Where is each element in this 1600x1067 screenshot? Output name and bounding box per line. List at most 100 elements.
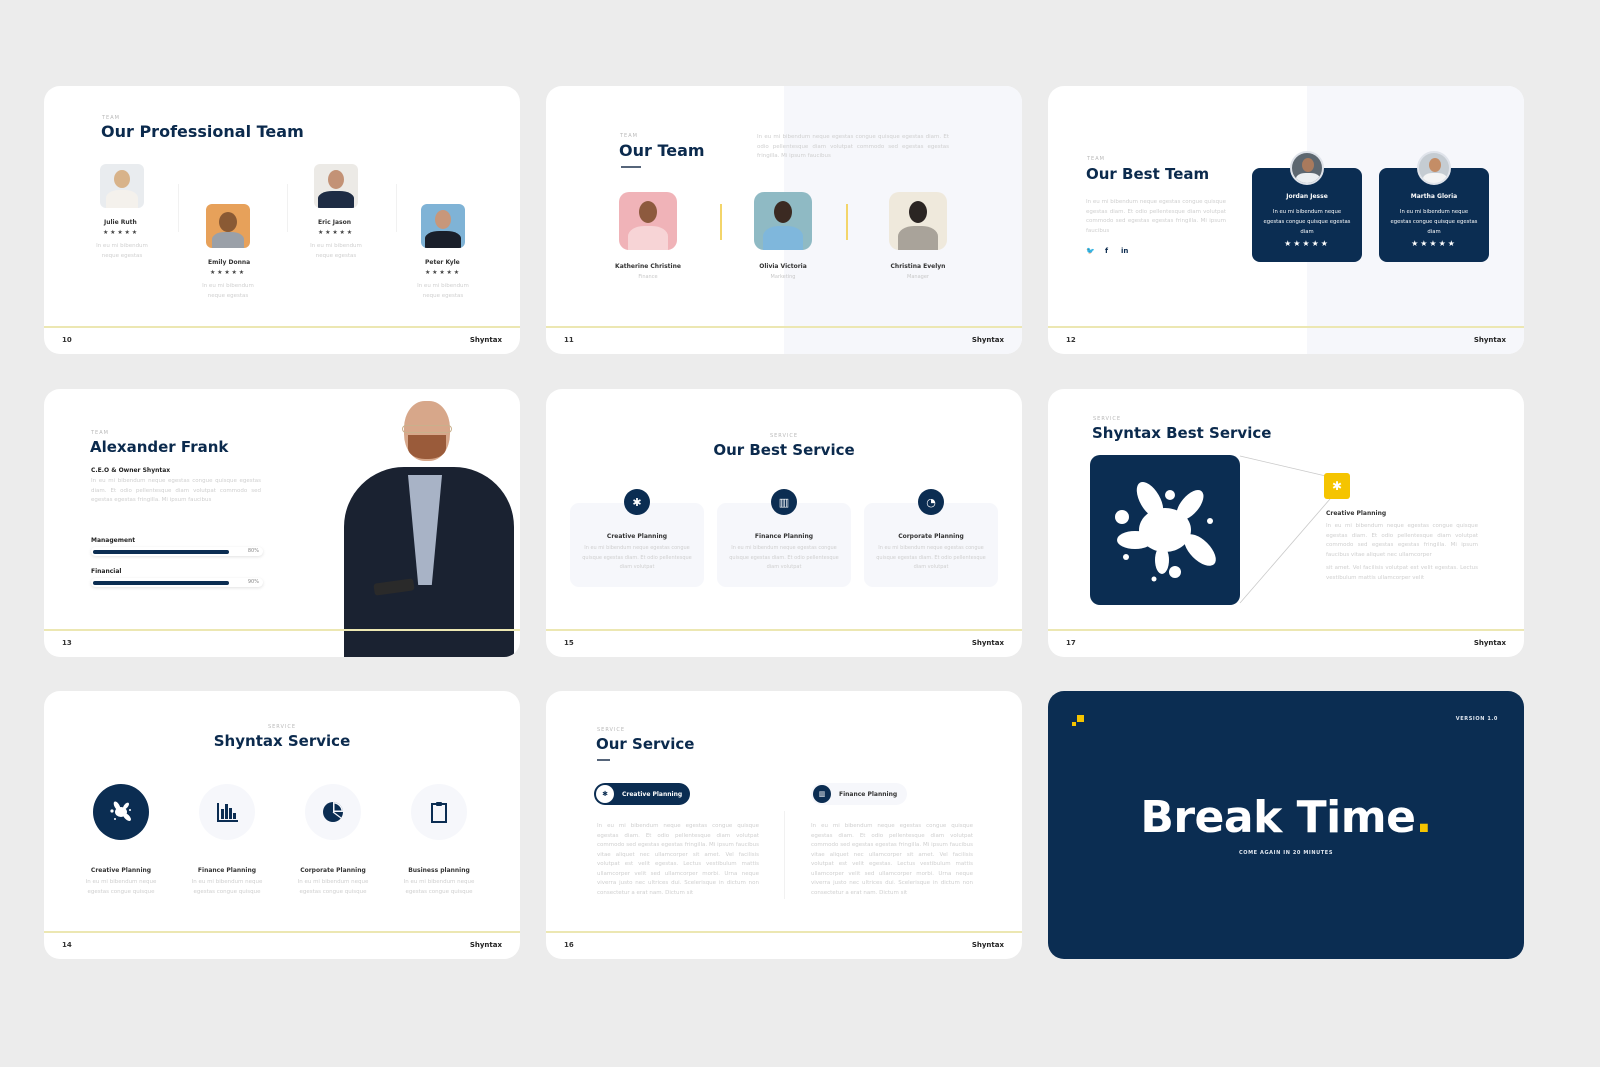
service-card[interactable]: Creative Planning In eu mi bibendum nequ… <box>570 503 704 587</box>
page-number: 10 <box>62 336 72 344</box>
service-name: Corporate Planning <box>898 533 964 540</box>
footer-line <box>1048 629 1524 631</box>
member-name: Jordan Jesse <box>1286 193 1328 200</box>
facebook-icon[interactable]: f <box>1105 247 1108 255</box>
member-role: Manager <box>907 274 929 280</box>
service-icon-circle[interactable] <box>199 784 255 840</box>
brand-label: Shyntax <box>1473 336 1506 344</box>
subtitle: C.E.O & Owner Shyntax <box>91 467 171 474</box>
break-title: Break Time. <box>1048 792 1524 843</box>
member-photo <box>889 192 947 250</box>
footer-line <box>44 629 520 631</box>
footer-line <box>546 629 1022 631</box>
page-number: 15 <box>564 639 574 647</box>
rating-stars: ★★★★★ <box>318 229 354 236</box>
slide-12-our-best-team[interactable]: TEAM Our Best Team In eu mi bibendum neq… <box>1048 86 1524 354</box>
service-card[interactable]: Corporate Planning In eu mi bibendum neq… <box>864 503 998 587</box>
splash-icon: ✱ <box>624 489 650 515</box>
member-role: Finance <box>638 274 658 280</box>
logo-square-small <box>1072 722 1076 726</box>
slide-13-alexander-frank[interactable]: TEAM Alexander Frank C.E.O & Owner Shynt… <box>44 389 520 657</box>
member-photo <box>619 192 677 250</box>
slide-title: Shyntax Service <box>213 732 351 750</box>
slide-title: Our Professional Team <box>101 122 304 141</box>
service-icon-circle[interactable] <box>93 784 149 840</box>
page-number: 12 <box>1066 336 1076 344</box>
tab-label: Creative Planning <box>622 790 683 798</box>
slide-10-our-professional-team[interactable]: TEAM Our Professional Team Julie Ruth ★★… <box>44 86 520 354</box>
service-description: In eu mi bibendum neque egestas congue q… <box>297 879 369 895</box>
service-description: In eu mi bibendum neque egestas congue q… <box>729 545 839 570</box>
member-description: In eu mi bibendum neque egestas congue q… <box>1263 209 1351 235</box>
service-icon-circle[interactable] <box>411 784 467 840</box>
intro-text: In eu mi bibendum neque egestas congue q… <box>757 134 949 159</box>
linkedin-icon[interactable]: in <box>1121 247 1128 255</box>
member-photo <box>206 204 250 248</box>
service-name: Finance Planning <box>197 867 257 874</box>
eyebrow-label: SERVICE <box>769 433 799 439</box>
skill-bar-fill <box>93 549 229 554</box>
slide-title: Our Team <box>619 141 705 160</box>
member-description: In eu mi bibendum neque egestas <box>96 243 148 259</box>
member-role: Marketing <box>770 274 796 280</box>
slide-11-our-team[interactable]: TEAM Our Team In eu mi bibendum neque eg… <box>546 86 1022 354</box>
brand-label: Shyntax <box>971 941 1004 949</box>
clipboard-icon <box>431 802 447 823</box>
feature-name: Creative Planning <box>1326 510 1387 517</box>
eyebrow-label: SERVICE <box>597 727 626 733</box>
service-name: Business planning <box>408 867 470 874</box>
pie-chart-icon: ◔ <box>918 489 944 515</box>
service-name: Corporate Planning <box>300 867 366 874</box>
tab-label: Finance Planning <box>839 790 898 798</box>
slide-break-time[interactable]: VERSION 1.0 Break Time. COME AGAIN IN 20… <box>1048 691 1524 959</box>
slide-16-our-service[interactable]: SERVICE Our Service ✱ Creative Planning … <box>546 691 1022 959</box>
bar-chart-icon: ▥ <box>813 785 831 803</box>
rating-stars: ★★★★★ <box>103 229 139 236</box>
footer-line <box>1048 326 1524 328</box>
eyebrow-label: TEAM <box>1087 156 1105 162</box>
eyebrow-label: TEAM <box>102 115 120 121</box>
member-name: Peter Kyle <box>425 259 460 266</box>
member-name: Olivia Victoria <box>759 263 807 270</box>
divider <box>784 811 785 899</box>
skill-bar-management: 80% <box>91 547 263 556</box>
service-column-text: In eu mi bibendum neque egestas congue q… <box>811 823 973 896</box>
member-name: Eric Jason <box>318 219 352 226</box>
page-number: 16 <box>564 941 574 949</box>
tab-finance-planning[interactable]: ▥ Finance Planning <box>811 783 907 805</box>
page-number: 14 <box>62 941 72 949</box>
slide-14-shyntax-service[interactable]: SERVICE Shyntax Service Creative Plannin… <box>44 691 520 959</box>
eyebrow-label: SERVICE <box>267 724 297 730</box>
title-underline <box>621 166 641 168</box>
logo-square <box>1077 715 1084 722</box>
skill-percent: 90% <box>247 579 259 585</box>
twitter-icon[interactable]: 🐦 <box>1086 247 1095 255</box>
skill-percent: 80% <box>247 548 259 554</box>
member-description: In eu mi bibendum neque egestas <box>417 283 469 299</box>
skill-bar-fill <box>93 580 229 585</box>
version-label: VERSION 1.0 <box>1455 716 1498 722</box>
slide-15-our-best-service[interactable]: SERVICE Our Best Service Creative Planni… <box>546 389 1022 657</box>
page-number: 17 <box>1066 639 1076 647</box>
splash-icon <box>110 801 131 821</box>
ceo-portrait <box>344 389 520 657</box>
bar-chart-icon <box>217 803 238 822</box>
slide-title: Our Best Service <box>713 441 855 459</box>
service-column-text: In eu mi bibendum neque egestas congue q… <box>597 823 759 896</box>
service-description: In eu mi bibendum neque egestas congue q… <box>403 879 475 895</box>
tab-creative-planning[interactable]: ✱ Creative Planning <box>594 783 690 805</box>
footer-line <box>546 931 1022 933</box>
splash-tile <box>1090 455 1240 605</box>
brand-label: Shyntax <box>469 941 502 949</box>
rating-stars: ★★★★★ <box>1284 239 1330 248</box>
service-card[interactable]: Finance Planning In eu mi bibendum neque… <box>717 503 851 587</box>
member-name: Julie Ruth <box>104 219 137 226</box>
brand-label: Shyntax <box>469 336 502 344</box>
slide-title: Alexander Frank <box>90 438 229 456</box>
intro-text: In eu mi bibendum neque egestas congue q… <box>91 478 261 503</box>
rating-stars: ★★★★★ <box>1411 239 1457 248</box>
slide-17-shyntax-best-service[interactable]: SERVICE Shyntax Best Service ✱ Creative … <box>1048 389 1524 657</box>
rating-stars: ★★★★★ <box>210 269 246 276</box>
service-icon-circle[interactable] <box>305 784 361 840</box>
brand-label: Shyntax <box>971 336 1004 344</box>
